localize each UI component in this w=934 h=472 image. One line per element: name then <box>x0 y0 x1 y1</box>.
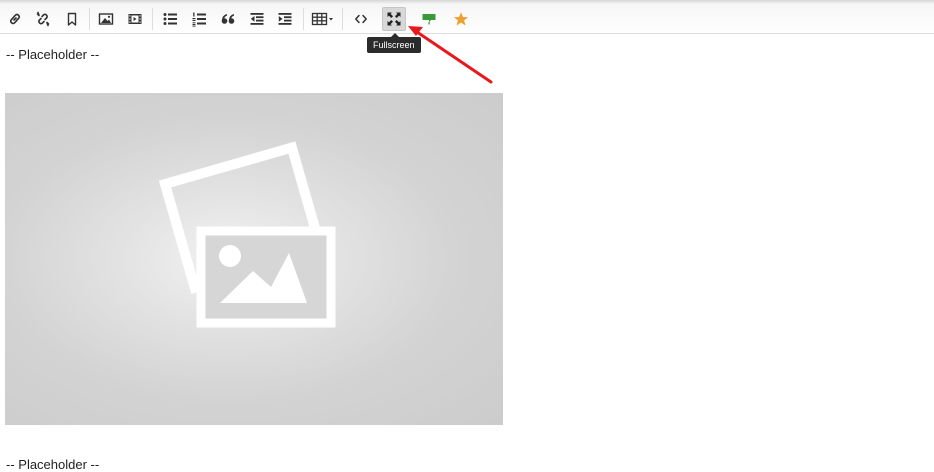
link-icon <box>10 13 20 25</box>
toolbar-separator <box>152 8 153 30</box>
bullet-list-icon <box>163 13 177 25</box>
editor-toolbar <box>0 0 934 34</box>
code-icon <box>355 14 367 24</box>
source-code-button[interactable] <box>349 7 373 31</box>
bookmark-button[interactable] <box>60 7 84 31</box>
fullscreen-button[interactable] <box>382 7 406 31</box>
highlight-button[interactable] <box>417 7 441 31</box>
film-icon <box>128 14 142 24</box>
bullet-list-button[interactable] <box>158 7 182 31</box>
table-icon <box>311 12 333 26</box>
placeholder-paragraph-2[interactable]: -- Placeholder -- <box>6 457 99 472</box>
indent-icon <box>278 13 292 25</box>
bookmark-icon <box>67 12 77 26</box>
image-icon <box>98 13 114 25</box>
highlighter-icon <box>422 14 436 25</box>
fullscreen-tooltip: Fullscreen <box>367 33 421 53</box>
fullscreen-icon <box>387 12 401 26</box>
media-button[interactable] <box>123 7 147 31</box>
numbered-list-button[interactable] <box>187 7 211 31</box>
outdent-button[interactable] <box>245 7 269 31</box>
photo-placeholder-icon <box>158 141 336 328</box>
star-icon <box>454 12 468 26</box>
unlink-icon <box>36 11 50 27</box>
quote-icon <box>221 14 235 24</box>
toolbar-separator <box>303 8 304 30</box>
table-button[interactable] <box>309 7 337 31</box>
numbered-list-icon <box>192 12 206 27</box>
indent-button[interactable] <box>273 7 297 31</box>
unlink-button[interactable] <box>31 7 55 31</box>
image-placeholder[interactable] <box>5 93 503 425</box>
image-button[interactable] <box>94 7 118 31</box>
chevron-down-icon <box>329 18 333 21</box>
blockquote-button[interactable] <box>216 7 240 31</box>
toolbar-separator <box>342 8 343 30</box>
favorite-button[interactable] <box>449 7 473 31</box>
placeholder-paragraph[interactable]: -- Placeholder -- <box>6 47 99 62</box>
link-button[interactable] <box>3 7 27 31</box>
toolbar-separator <box>89 8 90 30</box>
outdent-icon <box>250 13 264 25</box>
